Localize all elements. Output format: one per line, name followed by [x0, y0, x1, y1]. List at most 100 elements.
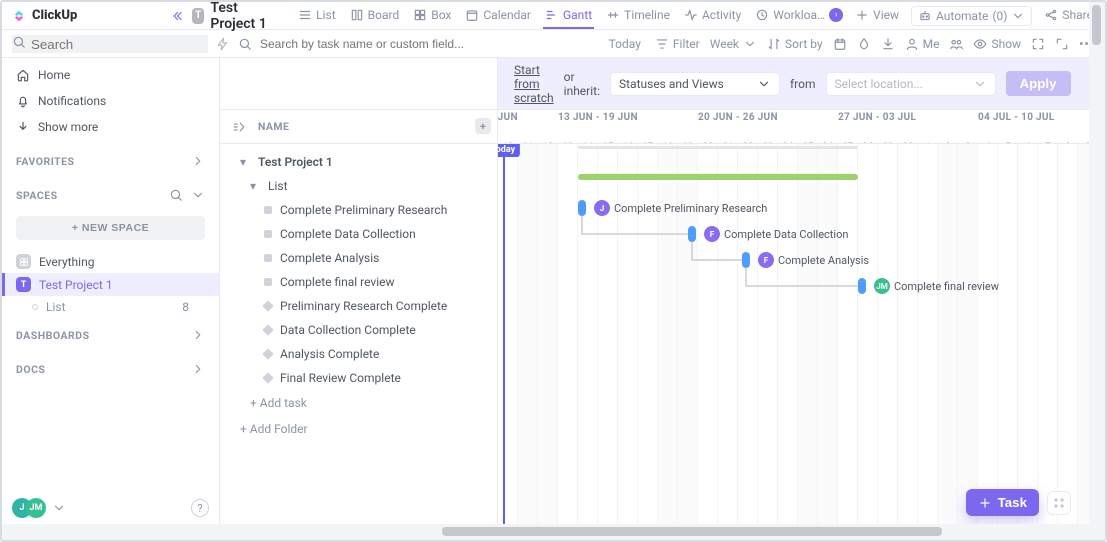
tasklist-list[interactable]: ▾ List: [220, 174, 497, 198]
tasklist-header: NAME +: [220, 110, 497, 144]
horizontal-scrollbar[interactable]: [2, 524, 1089, 540]
sidebar-search[interactable]: [12, 35, 208, 53]
add-column-button[interactable]: +: [475, 118, 491, 134]
tab-label: Box: [431, 8, 451, 22]
range-button[interactable]: Week: [710, 37, 757, 51]
project-badge: T: [192, 8, 204, 24]
task-row[interactable]: Complete Analysis: [220, 246, 497, 270]
drop-icon[interactable]: [857, 37, 871, 51]
task-row[interactable]: Data Collection Complete: [220, 318, 497, 342]
brand-logo[interactable]: ClickUp: [12, 8, 77, 23]
tab-board[interactable]: Board: [348, 3, 402, 29]
tab-box[interactable]: Box: [411, 3, 453, 29]
fullscreen-icon[interactable]: [1055, 37, 1069, 51]
gantt-task-bar[interactable]: [688, 226, 696, 242]
task-row[interactable]: Complete Data Collection: [220, 222, 497, 246]
task-label: Complete Data Collection: [280, 227, 416, 241]
chevron-down-icon[interactable]: [191, 188, 205, 202]
tab-label: Workloa…: [773, 8, 825, 22]
apps-button[interactable]: [1047, 491, 1071, 515]
space-label: Test Project 1: [39, 278, 113, 292]
plus-icon: [978, 496, 992, 510]
task-row[interactable]: Complete Preliminary Research: [220, 198, 497, 222]
tab-workload[interactable]: Workloa…›: [753, 3, 845, 29]
nav-home[interactable]: Home: [2, 62, 219, 88]
nav-notifications[interactable]: Notifications: [2, 88, 219, 114]
tab-timeline[interactable]: Timeline: [604, 3, 672, 29]
inherit-select-value: Statuses and Views: [619, 77, 724, 91]
new-space-button[interactable]: + NEW SPACE: [16, 216, 205, 240]
nav-label: Show more: [38, 120, 98, 134]
inherit-label: or inherit:: [564, 70, 600, 98]
share-icon: [1044, 8, 1058, 22]
task-label: Preliminary Research Complete: [280, 299, 447, 313]
activity-icon: [684, 8, 698, 22]
tab-calendar[interactable]: Calendar: [463, 3, 533, 29]
tab-label: Calendar: [483, 8, 531, 22]
task-label: Complete Preliminary Research: [280, 203, 447, 217]
add-view-button[interactable]: View: [853, 3, 901, 29]
share-button[interactable]: Share: [1042, 3, 1095, 29]
me-toggle[interactable]: Me: [905, 37, 940, 51]
chevron-down-icon: [973, 77, 987, 91]
show-button[interactable]: Show: [973, 37, 1021, 51]
collapse-sidebar-icon[interactable]: [170, 9, 184, 23]
team-icon[interactable]: [949, 37, 963, 51]
task-row[interactable]: Final Review Complete: [220, 366, 497, 390]
week-label: 04 JUL - 10 JUL: [978, 112, 1055, 123]
space-everything[interactable]: Everything: [2, 250, 219, 273]
start-scratch-link[interactable]: Start from scratch: [514, 63, 554, 105]
expand-icon[interactable]: [1031, 37, 1045, 51]
nav-more[interactable]: Show more: [2, 114, 219, 140]
gantt-task-bar[interactable]: [742, 252, 750, 268]
inherit-select[interactable]: Statuses and Views: [610, 72, 780, 96]
apply-button[interactable]: Apply: [1006, 71, 1071, 96]
favorites-header[interactable]: FAVORITES: [2, 144, 219, 178]
bolt-icon[interactable]: [216, 37, 230, 51]
task-row[interactable]: Complete final review: [220, 270, 497, 294]
today-button[interactable]: Today: [603, 35, 647, 53]
automate-button[interactable]: Automate (0): [911, 6, 1032, 26]
task-row[interactable]: Analysis Complete: [220, 342, 497, 366]
tab-activity[interactable]: Activity: [682, 3, 743, 29]
download-icon[interactable]: [881, 37, 895, 51]
assignee-avatar[interactable]: F: [704, 226, 720, 242]
filter-button[interactable]: Filter: [655, 37, 700, 51]
gantt-task-bar[interactable]: [858, 278, 866, 294]
docs-header[interactable]: DOCS: [2, 352, 219, 386]
assignee-avatar[interactable]: J: [594, 200, 610, 216]
sidebar-search-input[interactable]: [29, 36, 149, 53]
task-label: Data Collection Complete: [280, 323, 416, 337]
add-task-button[interactable]: + Add task: [220, 390, 497, 416]
chevron-down-icon[interactable]: [52, 501, 66, 515]
vertical-scrollbar[interactable]: [1089, 2, 1105, 540]
home-icon: [16, 68, 30, 82]
tasklist-root[interactable]: ▾ Test Project 1: [220, 150, 497, 174]
search-icon[interactable]: [169, 188, 183, 202]
list-icon: [298, 8, 312, 22]
global-search[interactable]: [238, 36, 595, 52]
project-breadcrumb[interactable]: T Test Project 1: [192, 0, 278, 32]
calendar-icon[interactable]: [833, 37, 847, 51]
dashboards-label: DASHBOARDS: [16, 329, 90, 342]
tab-list[interactable]: List: [296, 3, 338, 29]
range-label: Week: [710, 37, 739, 51]
sidebar-list[interactable]: List 8: [2, 296, 219, 318]
help-button[interactable]: ?: [191, 499, 209, 517]
new-task-fab[interactable]: Task: [966, 489, 1039, 516]
location-select[interactable]: Select location...: [826, 72, 996, 96]
tab-gantt[interactable]: Gantt: [543, 3, 594, 29]
notifications-icon: [16, 94, 30, 108]
chevron-right-icon: [191, 154, 205, 168]
add-folder-button[interactable]: + Add Folder: [220, 416, 497, 442]
task-search-input[interactable]: [258, 36, 518, 52]
outdent-icon[interactable]: [232, 120, 246, 134]
space-test[interactable]: TTest Project 1: [2, 273, 219, 296]
task-row[interactable]: Preliminary Research Complete: [220, 294, 497, 318]
dashboards-header[interactable]: DASHBOARDS: [2, 318, 219, 352]
assignee-avatar[interactable]: JM: [874, 278, 890, 294]
sort-button[interactable]: Sort by: [767, 37, 823, 51]
user-avatars[interactable]: J JM: [12, 498, 46, 518]
gantt-task-bar[interactable]: [578, 200, 586, 216]
assignee-avatar[interactable]: F: [758, 252, 774, 268]
